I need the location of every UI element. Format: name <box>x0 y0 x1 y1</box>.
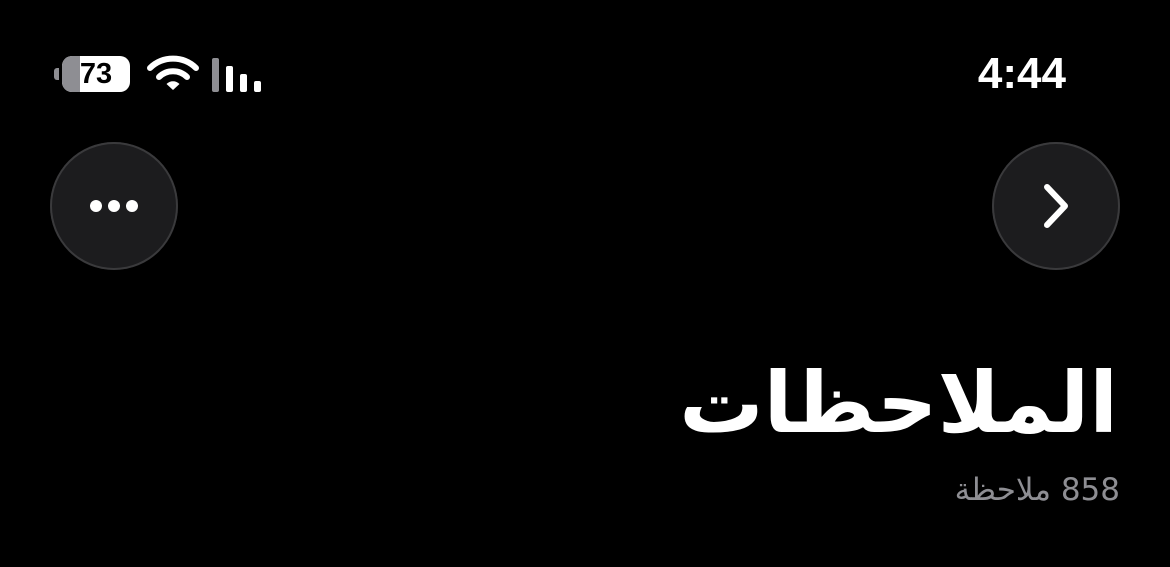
more-options-button[interactable] <box>50 142 178 270</box>
cellular-signal-icon <box>212 58 261 92</box>
status-bar: 73 4:44 <box>0 0 1170 120</box>
battery-icon: 73 <box>54 56 130 92</box>
page-title: الملاحظات <box>679 354 1118 452</box>
chevron-right-icon <box>1044 184 1068 228</box>
battery-level: 73 <box>79 58 113 90</box>
battery-body: 73 <box>62 56 130 92</box>
ellipsis-icon <box>90 200 138 212</box>
battery-tip <box>54 68 59 80</box>
forward-button[interactable] <box>992 142 1120 270</box>
wifi-icon <box>147 55 199 90</box>
note-count: 858 ملاحظة <box>954 472 1120 508</box>
status-time: 4:44 <box>977 49 1066 98</box>
